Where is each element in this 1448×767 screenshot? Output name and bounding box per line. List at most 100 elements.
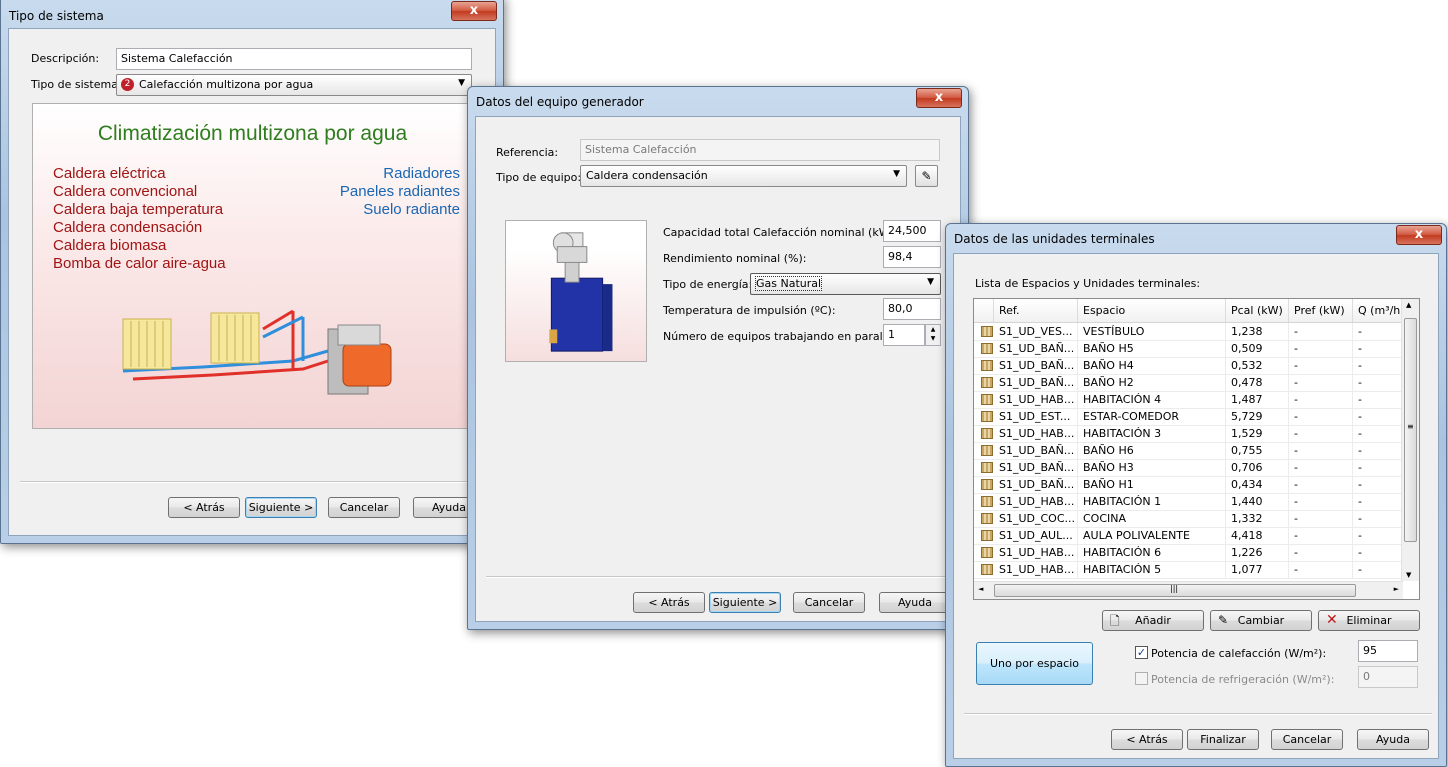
table-cell-ref: S1_UD_HAB... bbox=[994, 493, 1078, 510]
cancel-button[interactable]: Cancelar bbox=[1271, 729, 1343, 750]
referencia-input: Sistema Calefacción bbox=[580, 139, 940, 161]
help-button[interactable]: Ayuda bbox=[879, 592, 951, 613]
generator-item: Caldera baja temperatura bbox=[53, 201, 224, 218]
table-cell-pcal: 0,532 bbox=[1226, 357, 1289, 374]
title-bar[interactable]: Tipo de sistema x bbox=[1, 0, 503, 23]
table-row[interactable]: S1_UD_AUL... AULA POLIVALENTE 4,418- - bbox=[974, 527, 1403, 545]
equipos-input[interactable]: 1 bbox=[883, 324, 925, 346]
table-cell-pref: - bbox=[1289, 544, 1353, 561]
table-row[interactable]: S1_UD_BAÑ... BAÑO H2 0,478- - bbox=[974, 374, 1403, 392]
add-button[interactable]: 🗋 Añadir bbox=[1102, 610, 1204, 631]
scroll-thumb[interactable]: ||| bbox=[994, 584, 1356, 597]
generator-item: Caldera biomasa bbox=[53, 237, 167, 254]
table-cell-pref: - bbox=[1289, 527, 1353, 544]
terminal-unit-icon bbox=[981, 377, 993, 388]
uno-por-espacio-button[interactable]: Uno por espacio bbox=[976, 642, 1093, 685]
table-cell-q: - bbox=[1353, 323, 1403, 340]
spaces-table[interactable]: Ref. Espacio Pcal (kW) Pref (kW) Q (m³/h… bbox=[973, 298, 1420, 600]
back-button[interactable]: < Atrás bbox=[633, 592, 705, 613]
close-button[interactable]: x bbox=[916, 88, 962, 108]
list-label: Lista de Espacios y Unidades terminales: bbox=[975, 277, 1201, 290]
title-bar[interactable]: Datos del equipo generador x bbox=[468, 87, 968, 115]
change-button[interactable]: ✎ Cambiar bbox=[1210, 610, 1312, 631]
table-row[interactable]: S1_UD_BAÑ... BAÑO H3 0,706- - bbox=[974, 459, 1403, 477]
table-row[interactable]: S1_UD_COC... COCINA 1,332- - bbox=[974, 510, 1403, 528]
equipos-spinner[interactable]: ▲ ▼ bbox=[925, 324, 941, 346]
cancel-button[interactable]: Cancelar bbox=[793, 592, 865, 613]
table-row[interactable]: S1_UD_HAB... HABITACIÓN 4 1,487- - bbox=[974, 391, 1403, 409]
title-bar[interactable]: Datos de las unidades terminales x bbox=[946, 224, 1446, 252]
window-tipo-sistema: Tipo de sistema x Descripción: Sistema C… bbox=[0, 0, 504, 544]
rendimiento-label: Rendimiento nominal (%): bbox=[663, 252, 807, 265]
tipo-equipo-select[interactable]: Caldera condensación ▼ bbox=[580, 165, 907, 187]
table-cell-espacio: HABITACIÓN 4 bbox=[1078, 391, 1226, 408]
table-row[interactable]: S1_UD_HAB... HABITACIÓN 5 1,077- - bbox=[974, 561, 1403, 579]
table-cell-q: - bbox=[1353, 425, 1403, 442]
table-cell-pcal: 1,487 bbox=[1226, 391, 1289, 408]
tipo-sistema-value: Calefacción multizona por agua bbox=[139, 78, 314, 91]
table-cell-pref: - bbox=[1289, 357, 1353, 374]
column-header[interactable]: Ref. bbox=[994, 299, 1078, 322]
potencia-calefaccion-input[interactable]: 95 bbox=[1358, 640, 1418, 662]
terminal-unit-icon bbox=[981, 530, 993, 541]
next-button[interactable]: Siguiente > bbox=[709, 592, 781, 613]
finish-button[interactable]: Finalizar bbox=[1187, 729, 1259, 750]
terminal-unit-icon bbox=[981, 326, 993, 337]
table-row[interactable]: S1_UD_HAB... HABITACIÓN 1 1,440- - bbox=[974, 493, 1403, 511]
descripcion-input[interactable]: Sistema Calefacción bbox=[116, 48, 472, 70]
table-row[interactable]: S1_UD_BAÑ... BAÑO H5 0,509- - bbox=[974, 340, 1403, 358]
tipo-equipo-label: Tipo de equipo: bbox=[496, 171, 582, 184]
scroll-right-icon[interactable]: ► bbox=[1394, 585, 1399, 593]
potencia-refrigeracion-label: Potencia de refrigeración (W/m²): bbox=[1151, 673, 1335, 686]
terminal-unit-icon bbox=[981, 462, 993, 473]
table-row[interactable]: S1_UD_EST... ESTAR-COMEDOR 5,729- - bbox=[974, 408, 1403, 426]
edit-equipment-button[interactable]: ✎ bbox=[915, 165, 938, 187]
horizontal-scrollbar[interactable]: ◄ ||| ► bbox=[974, 581, 1403, 599]
scroll-up-icon[interactable]: ▲ bbox=[1406, 301, 1411, 309]
rendimiento-input[interactable]: 98,4 bbox=[883, 246, 941, 268]
energia-select[interactable]: Gas Natural ▼ bbox=[750, 273, 941, 295]
table-cell-ref: S1_UD_EST... bbox=[994, 408, 1078, 425]
close-button[interactable]: x bbox=[451, 1, 497, 21]
column-header[interactable]: Q (m³/h) bbox=[1353, 299, 1403, 322]
table-row[interactable]: S1_UD_VES... VESTÍBULO 1,238- - bbox=[974, 323, 1403, 341]
delete-button[interactable]: ✕ Eliminar bbox=[1318, 610, 1420, 631]
scroll-thumb[interactable]: ≡ bbox=[1404, 318, 1417, 542]
vertical-scrollbar[interactable]: ▲ ≡ ▼ bbox=[1401, 299, 1419, 581]
table-cell-ref: S1_UD_BAÑ... bbox=[994, 442, 1078, 459]
spin-down-icon[interactable]: ▼ bbox=[926, 334, 940, 343]
temperatura-input[interactable]: 80,0 bbox=[883, 298, 941, 320]
table-cell-espacio: COCINA bbox=[1078, 510, 1226, 527]
back-button[interactable]: < Atrás bbox=[168, 497, 240, 518]
column-header[interactable]: Espacio bbox=[1078, 299, 1226, 322]
table-row[interactable]: S1_UD_BAÑ... BAÑO H4 0,532- - bbox=[974, 357, 1403, 375]
table-row[interactable]: S1_UD_BAÑ... BAÑO H6 0,755- - bbox=[974, 442, 1403, 460]
next-button[interactable]: Siguiente > bbox=[245, 497, 317, 518]
emitter-item: Paneles radiantes bbox=[339, 183, 460, 200]
cancel-button[interactable]: Cancelar bbox=[328, 497, 400, 518]
close-button[interactable]: x bbox=[1396, 225, 1442, 245]
help-button[interactable]: Ayuda bbox=[1357, 729, 1429, 750]
table-cell-pcal: 1,332 bbox=[1226, 510, 1289, 527]
table-row[interactable]: S1_UD_HAB... HABITACIÓN 3 1,529- - bbox=[974, 425, 1403, 443]
tipo-sistema-select[interactable]: 2 Calefacción multizona por agua ▼ bbox=[116, 74, 472, 96]
column-header-icon bbox=[974, 299, 994, 322]
delete-label: Eliminar bbox=[1346, 614, 1392, 627]
table-cell-espacio: ESTAR-COMEDOR bbox=[1078, 408, 1226, 425]
table-cell-ref: S1_UD_AUL... bbox=[994, 527, 1078, 544]
back-button[interactable]: < Atrás bbox=[1111, 729, 1183, 750]
terminal-unit-icon bbox=[981, 445, 993, 456]
column-header[interactable]: Pref (kW) bbox=[1289, 299, 1353, 322]
scroll-down-icon[interactable]: ▼ bbox=[1406, 571, 1411, 579]
descripcion-label: Descripción: bbox=[31, 52, 100, 65]
column-header[interactable]: Pcal (kW) bbox=[1226, 299, 1289, 322]
table-cell-ref: S1_UD_HAB... bbox=[994, 391, 1078, 408]
table-row[interactable]: S1_UD_HAB... HABITACIÓN 6 1,226- - bbox=[974, 544, 1403, 562]
scroll-left-icon[interactable]: ◄ bbox=[978, 585, 983, 593]
number-badge-icon: 2 bbox=[121, 78, 134, 91]
terminal-unit-icon bbox=[981, 547, 993, 558]
capacidad-input[interactable]: 24,500 bbox=[883, 220, 941, 242]
spin-up-icon[interactable]: ▲ bbox=[926, 325, 940, 334]
table-row[interactable]: S1_UD_BAÑ... BAÑO H1 0,434- - bbox=[974, 476, 1403, 494]
potencia-calefaccion-checkbox[interactable]: ✓ bbox=[1135, 646, 1148, 659]
